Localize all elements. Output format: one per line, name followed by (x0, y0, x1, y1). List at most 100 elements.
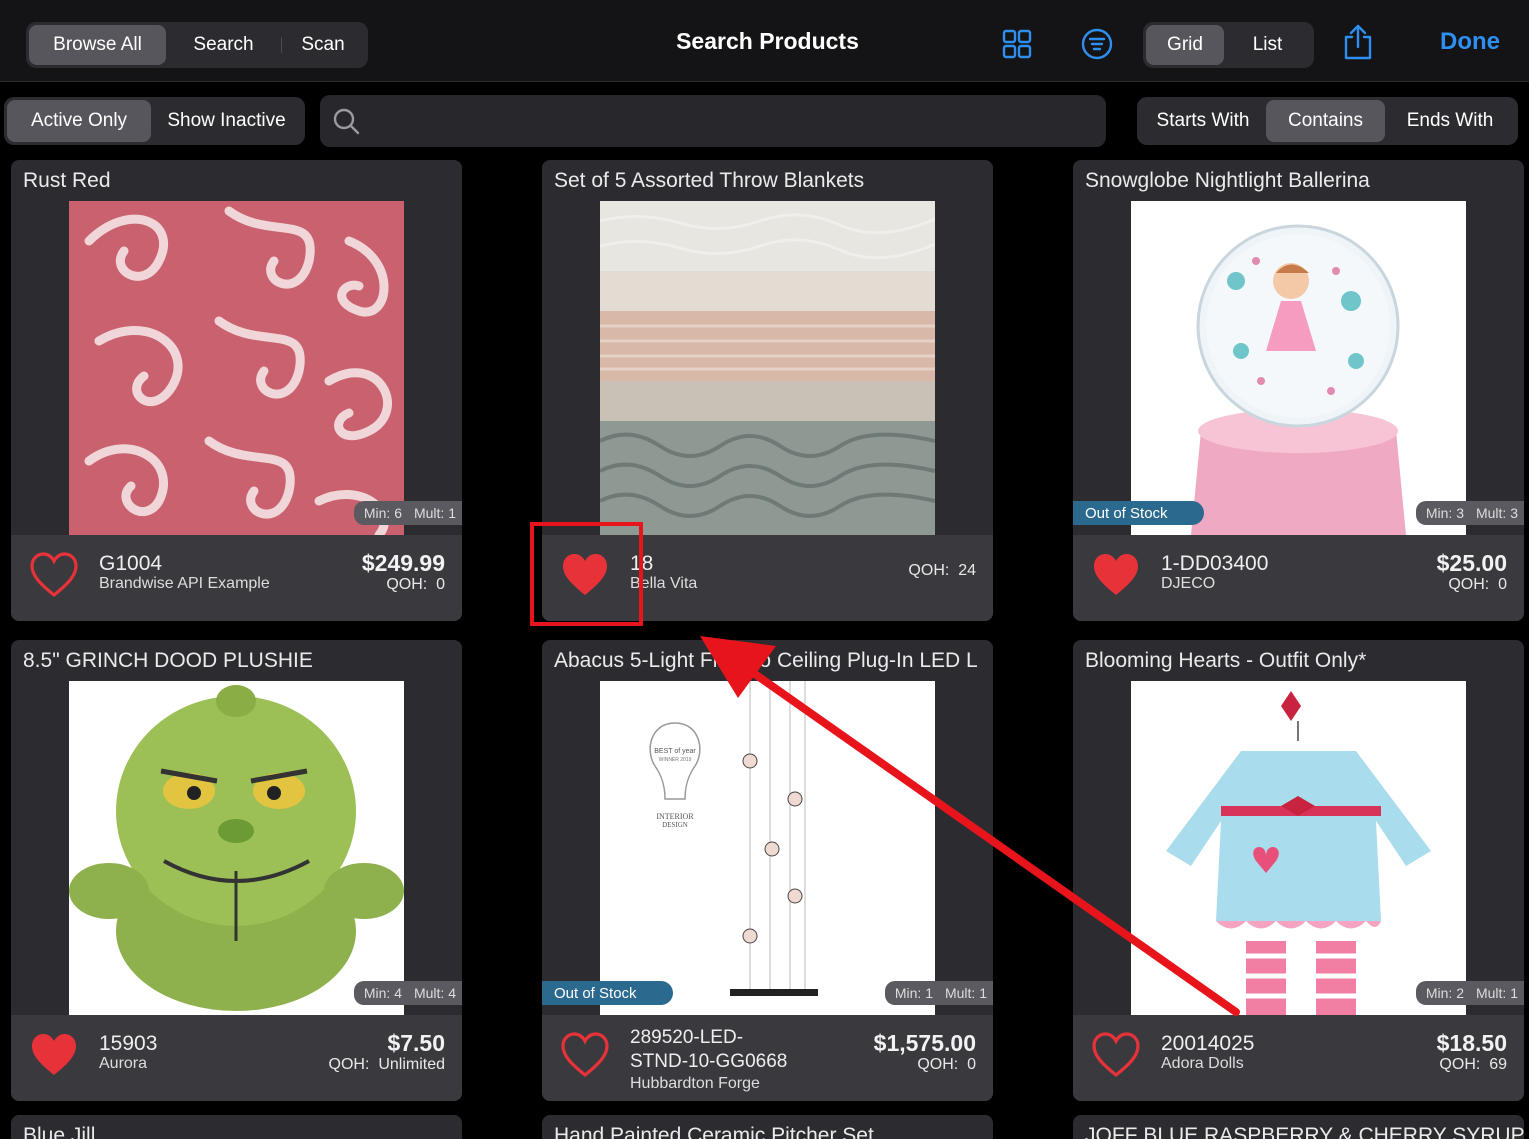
view-segmented-control: Grid List (1143, 22, 1314, 68)
tab-grid[interactable]: Grid (1146, 25, 1224, 65)
product-card[interactable]: 8.5" GRINCH DOOD PLUSHIE Min: 4 Mult: 4 1… (11, 640, 462, 1101)
qoh-value: 69 (1489, 1056, 1507, 1073)
min-qty: Min: 2 (1425, 985, 1464, 1001)
search-bar (320, 95, 1106, 147)
product-image: BEST of year WINNER 2019 INTERIOR DESIGN (600, 681, 935, 1015)
page-title: Search Products (676, 28, 859, 54)
min-mult-badge: Min: 3 Mult: 3 (1415, 501, 1524, 525)
product-sku: 15903 (99, 1032, 158, 1055)
product-title: 8.5" GRINCH DOOD PLUSHIE (23, 649, 313, 672)
product-card[interactable]: Rust Red Min: 6 Mult: 1 G1004 Brandwise A… (11, 160, 462, 621)
product-price: $18.50 (1436, 1030, 1507, 1056)
qoh-label: QOH: (908, 562, 950, 579)
product-brand: Brandwise API Example (99, 575, 270, 592)
heart-filled-icon[interactable] (29, 1031, 79, 1081)
heart-outline-icon[interactable] (560, 1031, 610, 1081)
qoh-label: QOH: (917, 1056, 959, 1073)
product-info: 15903 Aurora $7.50 QOH: Unlimited (11, 1015, 462, 1101)
out-of-stock-badge: Out of Stock (542, 981, 673, 1005)
product-price: $1,575.00 (873, 1030, 976, 1056)
product-card[interactable]: Abacus 5-Light Floor to Ceiling Plug-In … (542, 640, 993, 1101)
qoh-label: QOH: (1448, 576, 1490, 593)
tab-search[interactable]: Search (166, 25, 281, 65)
out-of-stock-badge: Out of Stock (1073, 501, 1204, 525)
qoh-value: 24 (958, 562, 976, 579)
qoh-value: 0 (967, 1056, 976, 1073)
product-card[interactable]: Snowglobe Nightlight Ballerina Out of St… (1073, 160, 1524, 621)
mult-qty: Mult: 3 (1475, 505, 1518, 521)
product-info: 1-DD03400 DJECO $25.00 QOH: 0 (1073, 535, 1524, 621)
product-image (600, 201, 935, 535)
product-card[interactable]: Hand Painted Ceramic Pitcher Set (542, 1115, 993, 1139)
product-brand: Hubbardton Forge (630, 1075, 760, 1092)
qoh-value: 0 (1498, 576, 1507, 593)
tab-starts-with[interactable]: Starts With (1140, 100, 1266, 142)
product-title: Snowglobe Nightlight Ballerina (1085, 169, 1370, 192)
product-title: Blue Jill (23, 1124, 96, 1139)
filter-icon[interactable] (1079, 26, 1115, 62)
tab-active-only[interactable]: Active Only (7, 100, 151, 142)
mult-qty: Mult: 1 (944, 985, 987, 1001)
tab-browse-all[interactable]: Browse All (29, 25, 166, 65)
product-sku: 20014025 (1161, 1032, 1255, 1055)
product-card[interactable]: Blooming Hearts - Outfit Only* Min: 2 Mul… (1073, 640, 1524, 1101)
product-qoh: QOH: 24 (908, 562, 976, 580)
product-title: Hand Painted Ceramic Pitcher Set (554, 1124, 874, 1139)
qoh-value: 0 (436, 576, 445, 593)
product-info: 20014025 Adora Dolls $18.50 QOH: 69 (1073, 1015, 1524, 1101)
product-title: Blooming Hearts - Outfit Only* (1085, 649, 1367, 672)
min-qty: Min: 3 (1425, 505, 1464, 521)
product-image (69, 681, 404, 1015)
product-qoh: QOH: 0 (1448, 576, 1507, 594)
share-icon[interactable] (1340, 24, 1376, 60)
min-qty: Min: 6 (363, 505, 402, 521)
grid-size-icon[interactable] (999, 26, 1035, 62)
top-toolbar: Browse All Search Scan Search Products G… (0, 0, 1529, 82)
heart-outline-icon[interactable] (1091, 1031, 1141, 1081)
product-title: Abacus 5-Light Floor to Ceiling Plug-In … (554, 649, 978, 672)
mult-qty: Mult: 1 (413, 505, 456, 521)
product-card[interactable]: JOFF BLUE RASPBERRY & CHERRY SYRUP GL (1073, 1115, 1524, 1139)
qoh-label: QOH: (386, 576, 428, 593)
lamp-badge-line2: WINNER 2019 (659, 757, 692, 763)
min-qty: Min: 4 (363, 985, 402, 1001)
min-qty: Min: 1 (894, 985, 933, 1001)
product-image (1131, 201, 1466, 535)
product-qoh: QOH: 0 (917, 1056, 976, 1074)
product-brand: Adora Dolls (1161, 1055, 1244, 1072)
product-sku: G1004 (99, 552, 163, 575)
done-button[interactable]: Done (1440, 28, 1500, 56)
product-qoh: QOH: Unlimited (329, 1056, 445, 1074)
product-title: Rust Red (23, 169, 111, 192)
product-image (1131, 681, 1466, 1015)
product-sku: 1-DD03400 (1161, 552, 1269, 575)
lamp-badge-brand1: INTERIOR (656, 812, 694, 821)
match-mode-segmented-control: Starts With Contains Ends With (1137, 97, 1518, 145)
product-title: Set of 5 Assorted Throw Blankets (554, 169, 865, 192)
mult-qty: Mult: 4 (413, 985, 456, 1001)
qoh-value: Unlimited (378, 1056, 445, 1073)
product-brand: Aurora (99, 1055, 148, 1072)
product-title: JOFF BLUE RASPBERRY & CHERRY SYRUP GL (1085, 1124, 1524, 1139)
min-mult-badge: Min: 4 Mult: 4 (353, 981, 462, 1005)
search-icon (333, 108, 360, 135)
tab-show-inactive[interactable]: Show Inactive (151, 100, 302, 142)
search-input[interactable] (372, 103, 1092, 139)
product-info: 289520-LED- STND-10-GG0668 Hubbardton For… (542, 1015, 993, 1101)
tab-list[interactable]: List (1224, 25, 1311, 65)
min-mult-badge: Min: 1 Mult: 1 (884, 981, 993, 1005)
tab-ends-with[interactable]: Ends With (1385, 100, 1515, 142)
tab-contains[interactable]: Contains (1266, 100, 1385, 142)
product-sku: 289520-LED- STND-10-GG0668 (630, 1026, 787, 1074)
product-info: G1004 Brandwise API Example $249.99 QOH:… (11, 535, 462, 621)
annotation-highlight-box (530, 522, 643, 626)
product-card[interactable]: Blue Jill (11, 1115, 462, 1139)
tab-scan[interactable]: Scan (281, 25, 365, 65)
active-filter-segmented-control: Active Only Show Inactive (4, 97, 305, 145)
product-brand: DJECO (1161, 575, 1216, 592)
heart-filled-icon[interactable] (1091, 551, 1141, 601)
product-price: $7.50 (387, 1030, 445, 1056)
mode-segmented-control: Browse All Search Scan (26, 22, 368, 68)
product-image (69, 201, 404, 535)
heart-outline-icon[interactable] (29, 551, 79, 601)
